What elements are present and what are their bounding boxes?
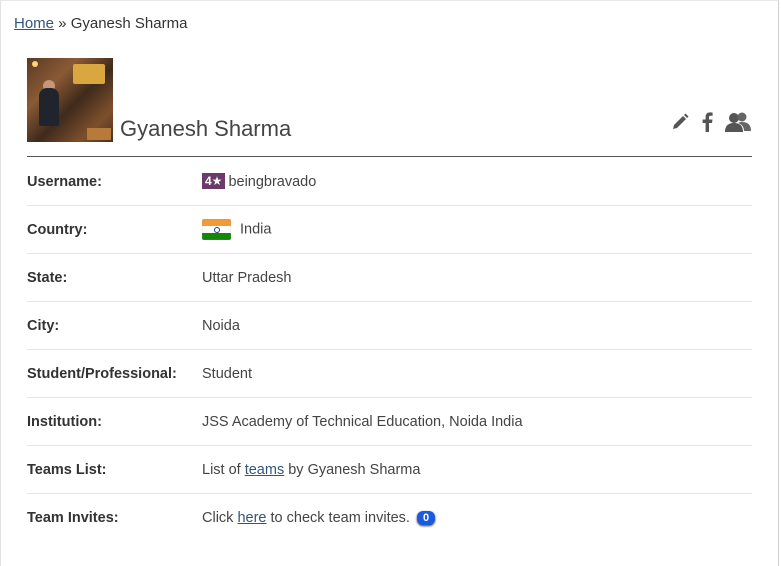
student-professional-value: Student — [202, 349, 752, 398]
header-divider — [27, 156, 752, 157]
breadcrumb-current: Gyanesh Sharma — [70, 15, 188, 32]
facebook-icon[interactable] — [700, 111, 714, 138]
profile-actions — [660, 110, 752, 138]
invites-here-link[interactable]: here — [237, 510, 266, 526]
country-value: India — [240, 221, 272, 238]
table-row: Teams List: List of teams by Gyanesh Sha… — [27, 445, 752, 494]
teams-link[interactable]: teams — [245, 462, 285, 478]
table-row: City: Noida — [27, 301, 752, 350]
state-label: State: — [27, 253, 202, 302]
table-row: Student/Professional: Student — [27, 349, 752, 398]
profile-info-table: Username: 4★ beingbravado Country: India … — [27, 158, 752, 541]
teams-list-value: List of teams by Gyanesh Sharma — [202, 445, 752, 494]
team-invites-label: Team Invites: — [27, 509, 119, 526]
country-label: Country: — [27, 205, 202, 254]
country-value-cell: India — [202, 205, 752, 254]
state-value: Uttar Pradesh — [202, 253, 752, 302]
india-flag-icon — [202, 219, 231, 240]
teams-suffix: by Gyanesh Sharma — [284, 461, 421, 478]
invites-suffix: to check team invites. — [266, 509, 410, 526]
profile-card: Gyanesh Sharma Username: 4★ beingbravado … — [27, 56, 752, 566]
table-row: State: Uttar Pradesh — [27, 253, 752, 302]
teams-list-label: Teams List: — [27, 445, 202, 494]
username-value: beingbravado — [228, 174, 317, 190]
institution-value: JSS Academy of Technical Education, Noid… — [202, 397, 752, 446]
avatar — [27, 58, 113, 142]
institution-label: Institution: — [27, 397, 202, 446]
table-row: Username: 4★ beingbravado — [27, 158, 752, 206]
profile-name: Gyanesh Sharma — [120, 116, 292, 141]
invites-prefix: Click — [202, 509, 238, 526]
table-row: Institution: JSS Academy of Technical Ed… — [27, 397, 752, 446]
username-value-cell: 4★ beingbravado — [202, 158, 752, 206]
username-label: Username: — [27, 158, 202, 206]
users-icon[interactable] — [724, 111, 752, 138]
team-invites-value: Click here to check team invites. 0 — [202, 494, 752, 542]
breadcrumb: Home » Gyanesh Sharma — [14, 15, 187, 32]
city-label: City: — [27, 301, 202, 350]
student-professional-label: Student/Professional: — [27, 349, 202, 398]
invites-count-badge: 0 — [416, 510, 436, 525]
pencil-icon[interactable] — [670, 112, 690, 137]
table-row: Team Invites: Click here to check team i… — [27, 494, 752, 542]
breadcrumb-home-link[interactable]: Home — [14, 15, 54, 32]
teams-prefix: List of — [202, 461, 245, 478]
table-row: Country: India — [27, 205, 752, 254]
breadcrumb-separator: » — [54, 15, 71, 32]
city-value: Noida — [202, 301, 752, 350]
rating-stars-badge: 4★ — [202, 173, 226, 189]
